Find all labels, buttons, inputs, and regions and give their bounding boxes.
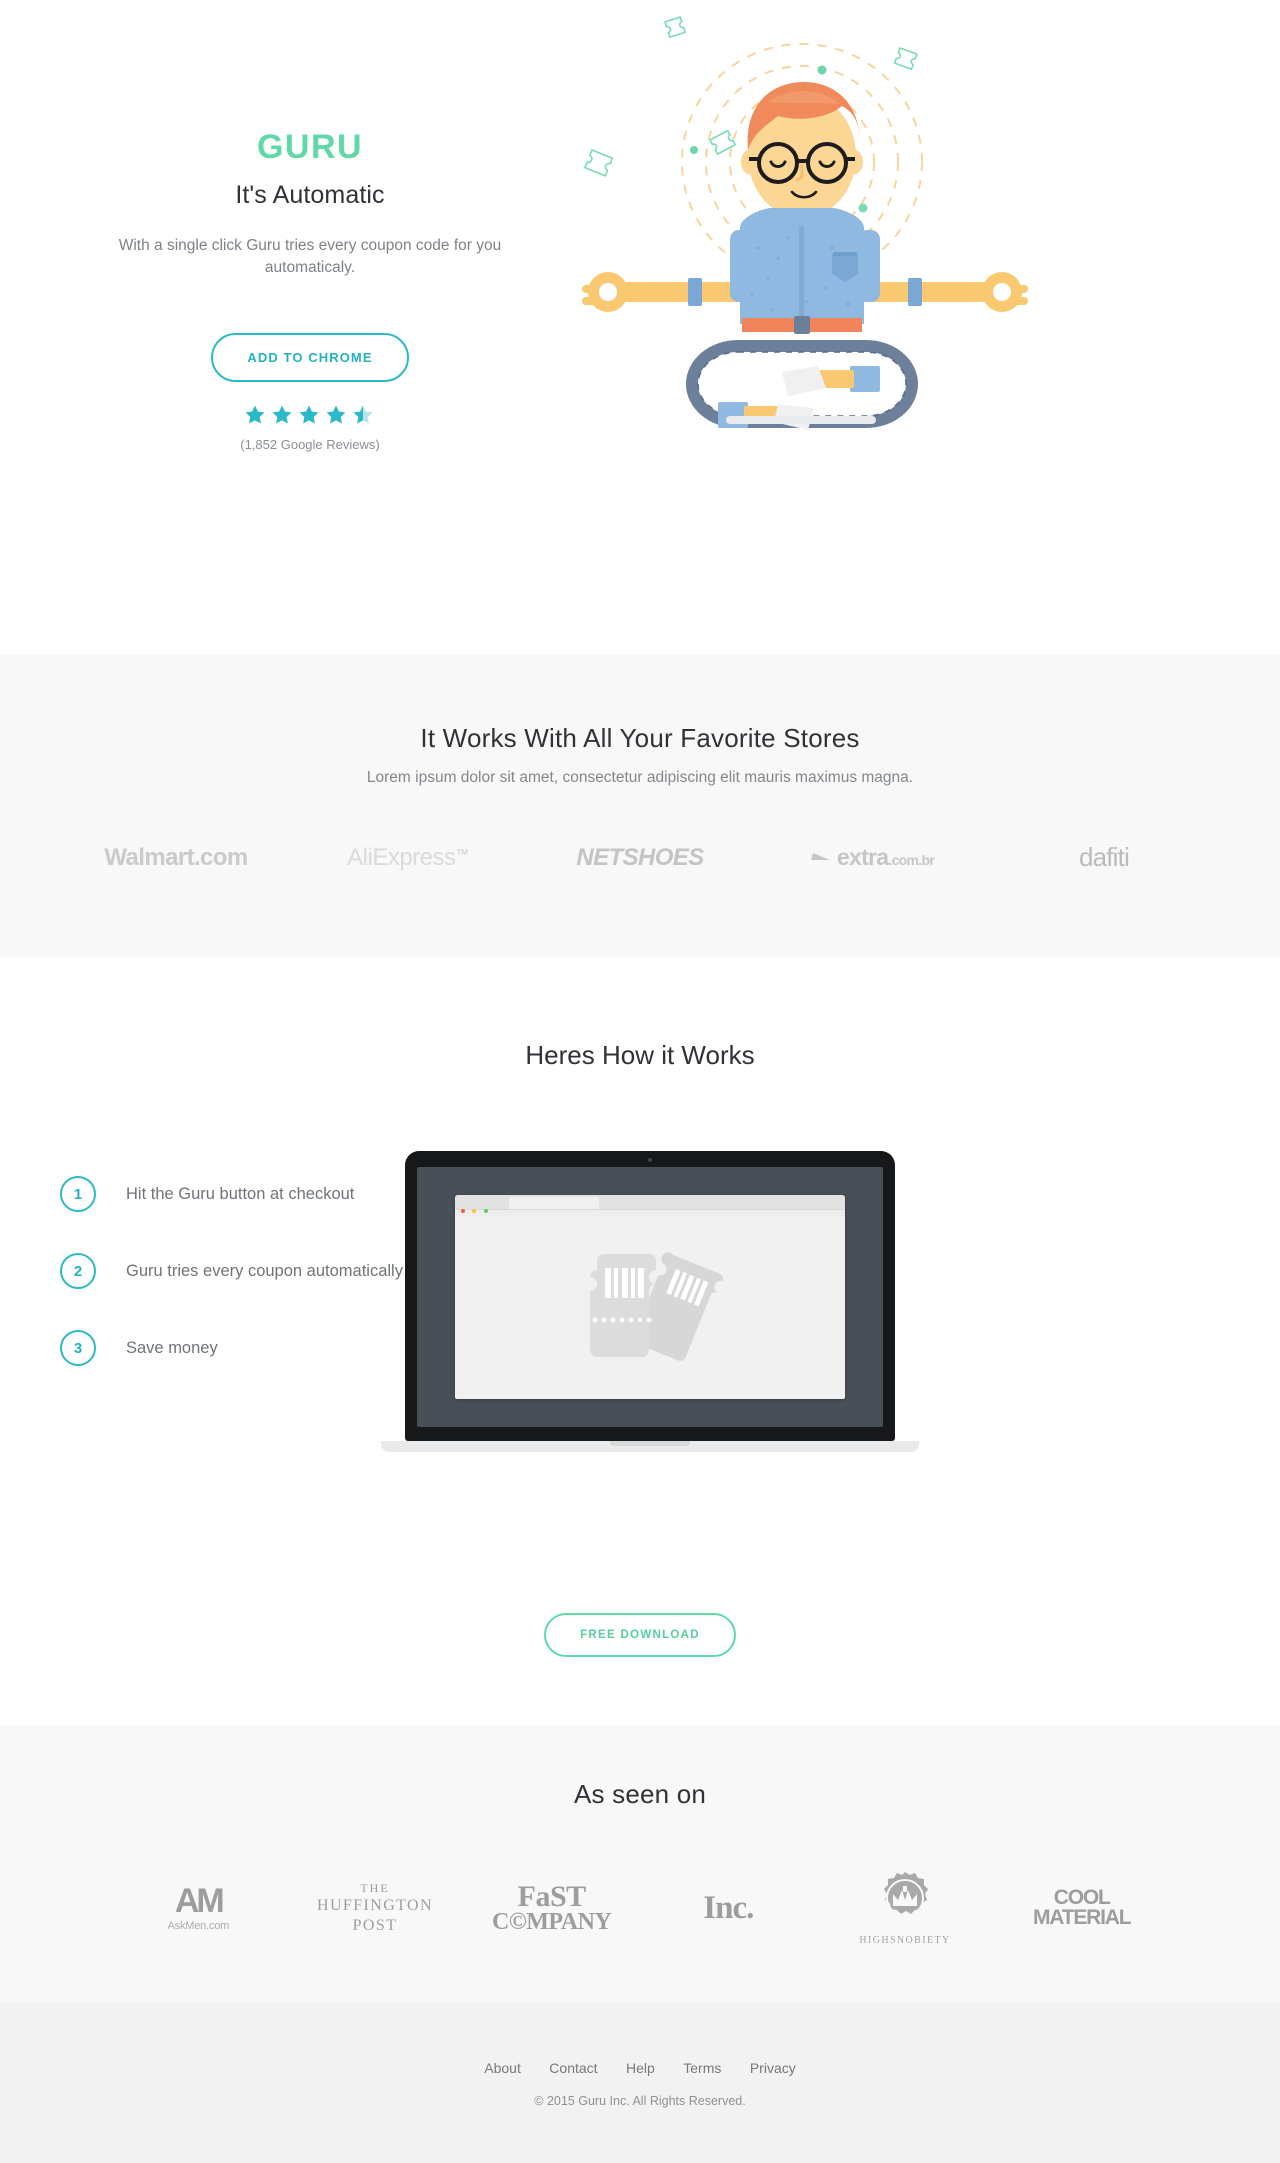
stores-subtitle: Lorem ipsum dolor sit amet, consectetur …: [366, 769, 914, 786]
netshoes-logo-text: NETSHOES: [576, 843, 704, 871]
hero-subcopy: With a single click Guru tries every cou…: [118, 237, 502, 277]
minimize-icon[interactable]: [472, 1209, 477, 1213]
huffington-line-2: HUFFINGTON: [317, 1896, 433, 1914]
step-number-badge: 2: [60, 1253, 96, 1289]
landing-page: GURU It's Automatic With a single click …: [0, 0, 1280, 2163]
hero-copy: GURU It's Automatic With a single click …: [100, 130, 520, 452]
footer-link-privacy[interactable]: Privacy: [750, 2060, 796, 2076]
inc-logo-text: Inc.: [703, 1889, 754, 1926]
browser-viewport: [455, 1216, 845, 1399]
dafiti-logo-text: dafiti: [1078, 842, 1130, 872]
extra-flag-icon: [810, 853, 830, 860]
laptop-notch: [610, 1441, 690, 1446]
stores-section: It Works With All Your Favorite Stores L…: [0, 655, 1280, 958]
window-controls: [461, 1200, 491, 1218]
meditating-guru-illustration: [530, 10, 1190, 440]
step-label: Hit the Guru button at checkout: [126, 1184, 355, 1203]
copyright-text: © 2015 Guru Inc. All Rights Reserved.: [534, 2094, 746, 2108]
highsnobiety-crown-badge-icon: [884, 1872, 928, 1917]
cool-line-1: COOL: [1053, 1886, 1111, 1910]
cool-line-2: MATERIAL: [1033, 1906, 1132, 1929]
press-logo-cool-material: COOL MATERIAL: [993, 1886, 1170, 1929]
store-logo-aliexpress: AliExpress™: [292, 844, 524, 872]
how-it-works-section: Heres How it Works 1 Hit the Guru button…: [0, 958, 1280, 1725]
hero-tagline: It's Automatic: [235, 181, 385, 209]
step-label: Guru tries every coupon automatically: [126, 1261, 403, 1280]
aliexpress-logo-text: AliExpress: [347, 843, 456, 871]
fast-line-1: FaST: [517, 1879, 587, 1913]
add-to-chrome-button[interactable]: ADD TO CHROME: [211, 332, 409, 382]
step-label: Save money: [126, 1338, 218, 1357]
guru-artwork-icon: [582, 16, 1028, 430]
step-number-badge: 1: [60, 1176, 96, 1212]
press-logo-fast-company: FaST C©MPANY: [463, 1879, 640, 1935]
close-icon[interactable]: [461, 1209, 465, 1213]
press-logo-highsnobiety: HIGHSNOBIETY: [817, 1870, 994, 1946]
as-seen-on-title: As seen on: [573, 1779, 707, 1809]
stars-icon: [245, 405, 373, 424]
askmen-mark: AM: [174, 1882, 225, 1920]
how-it-works-title: Heres How it Works: [525, 1040, 755, 1070]
fast-line-2: C©MPANY: [492, 1908, 612, 1935]
reviews-count: (1,852 Google Reviews): [240, 436, 380, 452]
footer-link-terms[interactable]: Terms: [683, 2060, 721, 2076]
extra-logo-text: extra: [836, 844, 889, 870]
press-logo-askmen: AM AskMen.com: [110, 1884, 287, 1932]
aliexpress-tm-icon: ™: [455, 846, 469, 862]
laptop-lid: [405, 1151, 895, 1441]
step-number-badge: 3: [60, 1330, 96, 1366]
press-logo-inc: Inc.: [640, 1890, 817, 1927]
press-logo-huffington-post: THE HUFFINGTON POST: [287, 1881, 464, 1936]
laptop-base: [381, 1441, 919, 1452]
free-download-button[interactable]: FREE DOWNLOAD: [544, 1613, 736, 1657]
askmen-logo-text: AskMen.com: [167, 1920, 230, 1932]
maximize-icon[interactable]: [483, 1209, 488, 1213]
coupon-tickets-icon: [590, 1252, 724, 1361]
store-logo-extra: extra.com.br: [756, 844, 988, 871]
store-logo-dafiti: dafiti: [988, 842, 1220, 873]
as-seen-on-section: As seen on AM AskMen.com THE HUFFINGTON …: [0, 1725, 1280, 2002]
walmart-logo-text: Walmart.com: [104, 843, 248, 871]
laptop-mockup: [381, 1151, 919, 1452]
browser-window: [455, 1195, 845, 1399]
page-footer: About Contact Help Terms Privacy © 2015 …: [0, 2002, 1280, 2163]
extra-logo-tld: .com.br: [888, 852, 935, 868]
webcam-icon: [648, 1158, 652, 1162]
press-logo-list: AM AskMen.com THE HUFFINGTON POST FaST C…: [110, 1870, 1170, 1946]
browser-tab[interactable]: [509, 1197, 599, 1209]
highsnobiety-logo-text: HIGHSNOBIETY: [859, 1935, 951, 1946]
star-rating: [100, 404, 520, 426]
stores-title: It Works With All Your Favorite Stores: [420, 723, 860, 753]
footer-link-about[interactable]: About: [484, 2060, 521, 2076]
footer-link-contact[interactable]: Contact: [549, 2060, 597, 2076]
browser-titlebar: [455, 1195, 845, 1213]
huffington-line-3: POST: [352, 1916, 398, 1934]
laptop-screen: [417, 1167, 883, 1427]
hero-section: GURU It's Automatic With a single click …: [0, 0, 1280, 655]
huffington-line-1: THE: [360, 1880, 390, 1895]
browser-address-bar[interactable]: [455, 1209, 845, 1216]
brand-logo: GURU: [256, 128, 364, 166]
footer-link-help[interactable]: Help: [626, 2060, 655, 2076]
store-logo-walmart: Walmart.com: [60, 844, 292, 872]
footer-link-list: About Contact Help Terms Privacy: [0, 2060, 1280, 2078]
store-logo-netshoes: NETSHOES: [524, 844, 756, 872]
store-logo-list: Walmart.com AliExpress™ NETSHOES extra.c…: [60, 842, 1220, 873]
